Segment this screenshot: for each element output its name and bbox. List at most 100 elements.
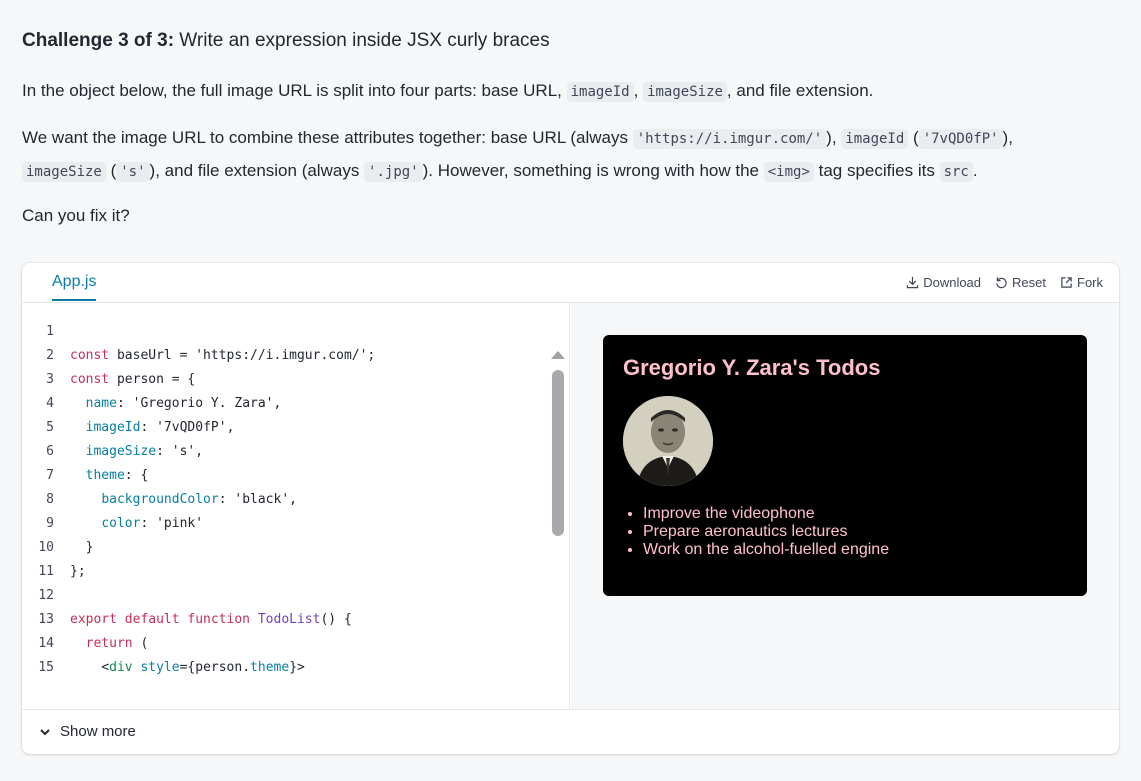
fork-button[interactable]: Fork — [1060, 275, 1103, 290]
code-line[interactable]: 6 imageSize: 's', — [22, 440, 203, 464]
show-more-label: Show more — [60, 723, 136, 740]
inline-code: 'https://i.imgur.com/' — [632, 129, 827, 149]
code-token: 'Gregorio Y. Zara' — [132, 396, 274, 411]
todo-item: Prepare aeronautics lectures — [643, 523, 889, 541]
reset-button[interactable]: Reset — [995, 275, 1046, 290]
code-token: }; — [70, 564, 86, 579]
code-token: 'pink' — [156, 516, 204, 531]
code-line[interactable]: 3 const person = { — [22, 368, 195, 392]
code-token: theme — [250, 660, 290, 675]
text: , — [633, 81, 644, 100]
code-token: ={person. — [179, 660, 251, 675]
code-line[interactable]: 10 } — [22, 536, 93, 560]
download-icon — [906, 276, 919, 289]
code-line[interactable]: 5 imageId: '7vQD0fP', — [22, 416, 234, 440]
line-number: 9 — [46, 516, 54, 531]
inline-code: imageId — [841, 129, 909, 149]
code-line[interactable]: 14 return ( — [22, 632, 148, 656]
code-line[interactable]: 2 const baseUrl = 'https://i.imgur.com/'; — [22, 344, 375, 368]
todo-card: Gregorio Y. Zara's Todos Improve the vid… — [603, 335, 1087, 596]
code-token: imageId — [85, 420, 141, 435]
code-token: return — [85, 636, 133, 651]
todo-item: Work on the alcohol-fuelled engine — [643, 541, 889, 559]
code-token: () { — [320, 612, 352, 627]
text: We want the image URL to combine these a… — [22, 128, 633, 147]
code-token: baseUrl = — [109, 348, 196, 363]
sandbox-actions: Download Reset Fork — [906, 275, 1103, 290]
code-line[interactable]: 7 theme: { — [22, 464, 148, 488]
code-line[interactable]: 1 — [22, 320, 70, 344]
code-token: , — [195, 444, 204, 459]
code-token: 's' — [171, 444, 196, 459]
challenge-title: Write an expression inside JSX curly bra… — [174, 30, 550, 51]
scroll-up-arrow[interactable] — [551, 351, 565, 359]
code-token: ( — [132, 636, 149, 651]
text: ), — [1002, 128, 1013, 147]
code-token: const — [70, 348, 110, 363]
portrait-image — [623, 396, 713, 486]
todo-item: Improve the videophone — [643, 505, 889, 523]
preview-pane: Gregorio Y. Zara's Todos Improve the vid… — [571, 303, 1119, 709]
code-line[interactable]: 15 <div style={person.theme}> — [22, 656, 305, 680]
line-number: 5 — [46, 420, 54, 435]
todo-heading: Gregorio Y. Zara's Todos — [623, 355, 881, 380]
inline-code: 's' — [116, 162, 150, 182]
line-number: 13 — [38, 612, 54, 627]
line-number: 15 — [38, 660, 54, 675]
sandbox-footer: Show more — [22, 709, 1119, 754]
avatar — [623, 396, 713, 486]
text: ), — [826, 128, 842, 147]
code-token: : — [218, 492, 235, 507]
text: , and file extension. — [726, 81, 874, 100]
code-token: name — [85, 396, 117, 411]
code-token: < — [70, 660, 110, 675]
code-line[interactable]: 12 — [22, 584, 70, 608]
code-line[interactable]: 13 export default function TodoList() { — [22, 608, 352, 632]
code-editor[interactable]: 15 <div style={person.theme}> 14 return (… — [22, 303, 570, 709]
vertical-scrollbar[interactable] — [552, 370, 564, 536]
line-number: 7 — [46, 468, 54, 483]
text: . — [972, 161, 978, 180]
sandbox-header: App.js Download Reset Fork — [22, 263, 1119, 303]
challenge-heading: Challenge 3 of 3: Write an expression in… — [22, 30, 550, 52]
fork-label: Fork — [1077, 275, 1103, 290]
line-number: 11 — [38, 564, 54, 579]
line-number: 12 — [38, 588, 54, 603]
show-more-button[interactable]: Show more — [38, 723, 136, 740]
code-line[interactable]: 8 backgroundColor: 'black', — [22, 488, 297, 512]
code-token: : — [140, 420, 157, 435]
instructions-paragraph: We want the image URL to combine these a… — [22, 122, 1122, 188]
code-token: ; — [367, 348, 376, 363]
code-token: '7vQD0fP' — [156, 420, 227, 435]
chevron-down-icon — [40, 728, 50, 735]
code-token: color — [101, 516, 141, 531]
inline-code: imageSize — [643, 82, 727, 102]
download-button[interactable]: Download — [906, 275, 981, 290]
code-line[interactable]: 11}; — [22, 560, 86, 584]
line-number: 2 — [46, 348, 54, 363]
tab-app-js[interactable]: App.js — [52, 273, 97, 301]
inline-code: '7vQD0fP' — [918, 129, 1003, 149]
line-number: 3 — [46, 372, 54, 387]
code-line[interactable]: 4 name: 'Gregorio Y. Zara', — [22, 392, 281, 416]
line-number: 1 — [46, 324, 54, 339]
code-token: : — [116, 396, 133, 411]
code-token: } — [70, 540, 94, 555]
line-number: 8 — [46, 492, 54, 507]
line-number: 4 — [46, 396, 54, 411]
code-token: export default function — [70, 612, 251, 627]
question-paragraph: Can you fix it? — [22, 206, 130, 225]
code-line[interactable]: 9 color: 'pink' — [22, 512, 203, 536]
text: ( — [105, 161, 117, 180]
code-token: 'https://i.imgur.com/' — [195, 348, 368, 363]
text: tag specifies its — [813, 161, 940, 180]
code-token: imageSize — [85, 444, 157, 459]
code-token: const — [70, 372, 110, 387]
code-token: person = { — [109, 372, 196, 387]
code-token: }> — [289, 660, 305, 675]
